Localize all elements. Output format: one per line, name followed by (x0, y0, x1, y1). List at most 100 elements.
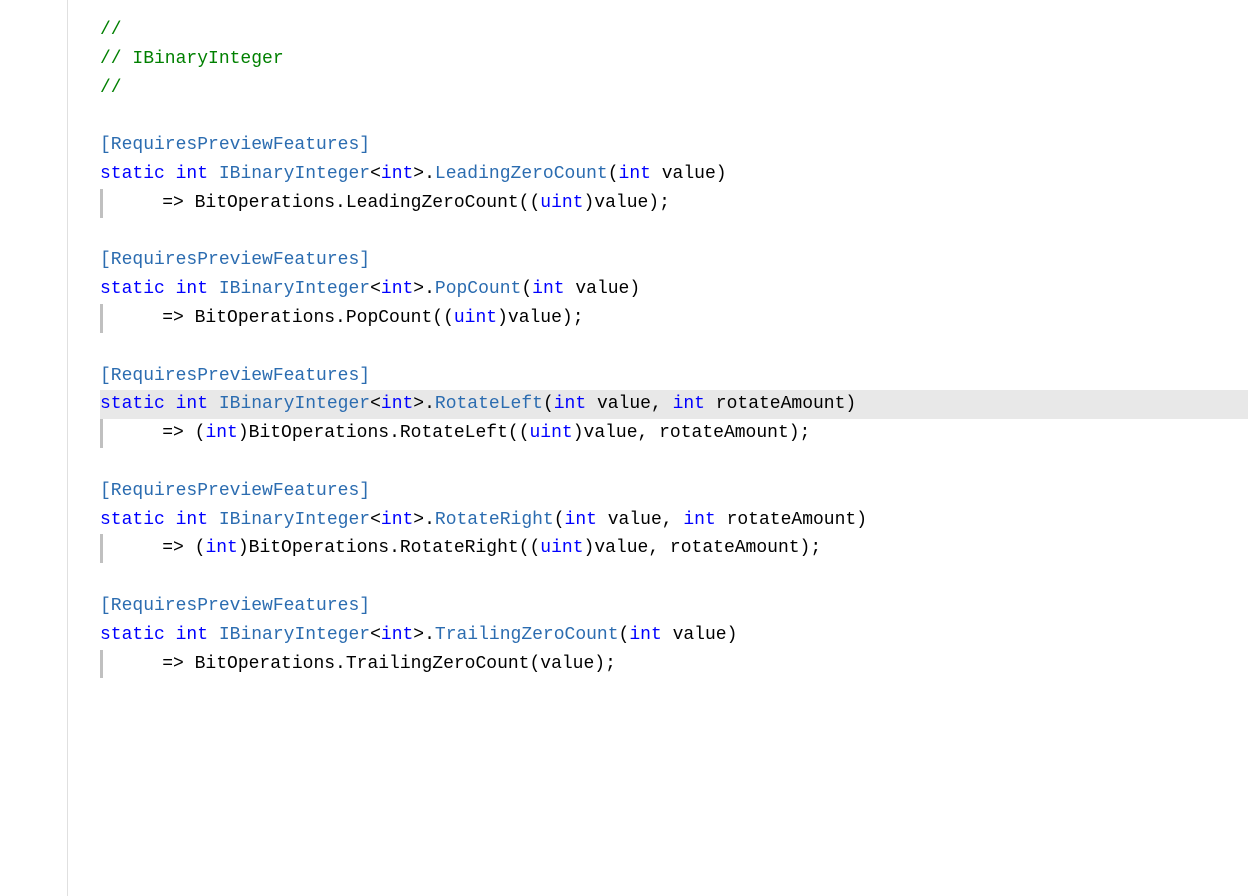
param-type-2: int (683, 506, 715, 535)
param-name: value, (586, 390, 672, 419)
param-name: value) (662, 621, 738, 650)
type-int: int (381, 160, 413, 189)
cast-type-2: uint (540, 534, 583, 563)
space (165, 275, 176, 304)
rest-2: )value, rotateAmount); (584, 534, 822, 563)
bar (100, 304, 103, 333)
arrow: => ( (162, 534, 205, 563)
interface-name: IBinaryInteger (219, 390, 370, 419)
space (208, 390, 219, 419)
param-name-2: rotateAmount) (705, 390, 856, 419)
code-line-attr-1: [RequiresPreviewFeatures] (100, 131, 1248, 160)
param-type-2: int (673, 390, 705, 419)
keyword-int: int (176, 275, 208, 304)
interface-name: IBinaryInteger (219, 506, 370, 535)
param-name-2: rotateAmount) (716, 506, 867, 535)
indent-space (119, 534, 162, 563)
code-line-empty-2 (100, 218, 1248, 247)
comment-text: // (100, 16, 122, 45)
cast-type-2: uint (530, 419, 573, 448)
method-call: BitOperations.LeadingZeroCount(( (195, 189, 541, 218)
comment-text: // (100, 74, 122, 103)
keyword-static: static (100, 390, 165, 419)
rest-2: )value, rotateAmount); (573, 419, 811, 448)
indent-space (119, 189, 162, 218)
param-name: value) (565, 275, 641, 304)
space (208, 275, 219, 304)
bar (100, 534, 103, 563)
code-line-attr-5: [RequiresPreviewFeatures] (100, 592, 1248, 621)
generic-close: >. (413, 506, 435, 535)
code-line-popcount-body: => BitOperations.PopCount(( uint )value)… (100, 304, 1248, 333)
paren: ( (608, 160, 619, 189)
indent-space (119, 304, 162, 333)
code-line-leading-body: => BitOperations.LeadingZeroCount(( uint… (100, 189, 1248, 218)
code-line-attr-3: [RequiresPreviewFeatures] (100, 362, 1248, 391)
code-line-trailingzero: static int IBinaryInteger < int >. Trail… (100, 621, 1248, 650)
method-name: RotateRight (435, 506, 554, 535)
code-line-2: // IBinaryInteger (100, 45, 1248, 74)
code-line-empty-4 (100, 448, 1248, 477)
indent-space (119, 650, 162, 679)
code-line-3: // (100, 74, 1248, 103)
method-name: PopCount (435, 275, 521, 304)
attribute-text: [RequiresPreviewFeatures] (100, 246, 370, 275)
keyword-static: static (100, 621, 165, 650)
space (165, 160, 176, 189)
bar (100, 419, 103, 448)
bar (100, 189, 103, 218)
keyword-static: static (100, 506, 165, 535)
cast-type: uint (540, 189, 583, 218)
cast-type: uint (454, 304, 497, 333)
code-container: // // IBinaryInteger // [RequiresPreview… (0, 0, 1248, 896)
bar (100, 650, 103, 679)
code-line-attr-2: [RequiresPreviewFeatures] (100, 246, 1248, 275)
indent-space (119, 419, 162, 448)
generic-open: < (370, 506, 381, 535)
cast-type: int (205, 534, 237, 563)
generic-open: < (370, 275, 381, 304)
rest: )BitOperations.RotateRight(( (238, 534, 540, 563)
attribute-text: [RequiresPreviewFeatures] (100, 362, 370, 391)
arrow: => (162, 650, 194, 679)
interface-name: IBinaryInteger (219, 160, 370, 189)
code-line-rotateright: static int IBinaryInteger < int >. Rotat… (100, 506, 1248, 535)
space (208, 506, 219, 535)
code-line-leading: static int IBinaryInteger < int >. Leadi… (100, 160, 1248, 189)
paren: ( (543, 390, 554, 419)
generic-close: >. (413, 160, 435, 189)
gutter (0, 0, 68, 896)
code-line-trailingzero-body: => BitOperations.TrailingZeroCount(value… (100, 650, 1248, 679)
keyword-int: int (176, 160, 208, 189)
param-name: value, (597, 506, 683, 535)
interface-name: IBinaryInteger (219, 621, 370, 650)
method-name: RotateLeft (435, 390, 543, 419)
generic-open: < (370, 160, 381, 189)
keyword-int: int (176, 621, 208, 650)
type-int: int (381, 621, 413, 650)
code-line-attr-4: [RequiresPreviewFeatures] (100, 477, 1248, 506)
generic-close: >. (413, 275, 435, 304)
arrow: => (162, 189, 194, 218)
space (208, 621, 219, 650)
generic-close: >. (413, 390, 435, 419)
space (208, 160, 219, 189)
code-line-empty-5 (100, 563, 1248, 592)
arrow: => (162, 304, 194, 333)
paren: ( (521, 275, 532, 304)
code-line-1: // (100, 16, 1248, 45)
attribute-text: [RequiresPreviewFeatures] (100, 477, 370, 506)
code-line-rotateleft-body: => ( int )BitOperations.RotateLeft(( uin… (100, 419, 1248, 448)
keyword-int: int (176, 506, 208, 535)
method-call: BitOperations.TrailingZeroCount(value); (195, 650, 616, 679)
generic-open: < (370, 621, 381, 650)
method-name: TrailingZeroCount (435, 621, 619, 650)
space (165, 621, 176, 650)
param-type: int (554, 390, 586, 419)
rest: )value); (584, 189, 670, 218)
paren: ( (619, 621, 630, 650)
generic-open: < (370, 390, 381, 419)
type-int: int (381, 275, 413, 304)
param-type: int (629, 621, 661, 650)
keyword-static: static (100, 160, 165, 189)
